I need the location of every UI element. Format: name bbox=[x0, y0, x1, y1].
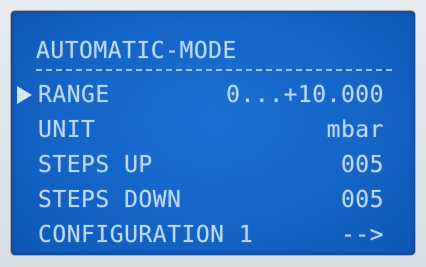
menu-row-steps-up-label[interactable]: STEPS UP bbox=[38, 152, 153, 178]
menu-row-configuration-value: --> bbox=[340, 222, 384, 248]
menu-row-unit-label[interactable]: UNIT bbox=[38, 117, 95, 143]
menu-row-configuration-label[interactable]: CONFIGURATION 1 bbox=[38, 222, 253, 248]
title-divider bbox=[36, 69, 392, 71]
menu-row-steps-down-label[interactable]: STEPS DOWN bbox=[38, 187, 181, 213]
menu-row-range-value: 0...+10.000 bbox=[226, 82, 384, 108]
menu-row-unit-value: mbar bbox=[326, 117, 384, 143]
menu-row-steps-up-value: 005 bbox=[340, 152, 384, 178]
selection-cursor-icon bbox=[17, 86, 32, 104]
menu-row-range-label[interactable]: RANGE bbox=[38, 82, 110, 108]
screen-title: AUTOMATIC-MODE bbox=[36, 38, 237, 64]
menu-row-steps-down-value: 005 bbox=[340, 187, 384, 213]
